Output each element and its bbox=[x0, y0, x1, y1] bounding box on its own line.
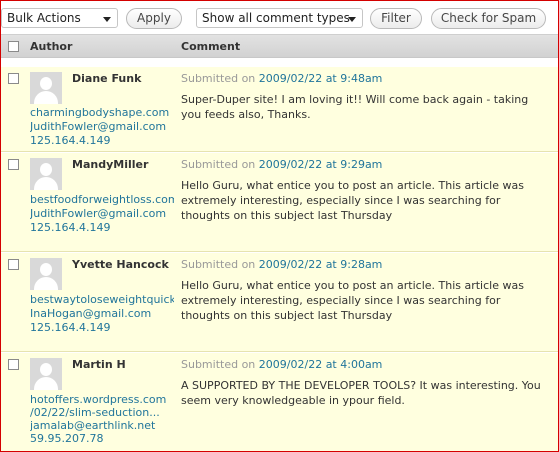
comment-date-link[interactable]: 2009/02/22 at 9:28am bbox=[259, 258, 383, 271]
comment-date-link[interactable]: 2009/02/22 at 9:48am bbox=[259, 72, 383, 85]
comment-row: Diane Funk charmingbodyshape.com JudithF… bbox=[1, 66, 558, 152]
submitted-line: Submitted on 2009/02/22 at 9:48am bbox=[181, 72, 382, 85]
row-checkbox[interactable] bbox=[8, 159, 19, 170]
author-name: MandyMiller bbox=[72, 158, 149, 171]
bulk-actions-label: Bulk Actions bbox=[7, 11, 81, 25]
comments-panel: Bulk Actions Apply Show all comment type… bbox=[0, 0, 559, 452]
comment-row: Martin H hotoffers.wordpress.com /02/22/… bbox=[1, 352, 558, 451]
row-checkbox[interactable] bbox=[8, 359, 19, 370]
chevron-down-icon bbox=[103, 17, 111, 22]
comment-row: Yvette Hancock bestwaytoloseweightquickl… bbox=[1, 252, 558, 352]
submitted-label: Submitted on bbox=[181, 72, 256, 85]
author-url-link[interactable]: hotoffers.wordpress.com bbox=[30, 393, 174, 406]
author-email-link[interactable]: jamalab@earthlink.net bbox=[30, 419, 174, 432]
avatar bbox=[30, 358, 62, 390]
apply-button[interactable]: Apply bbox=[126, 8, 182, 29]
comment-column-header: Comment bbox=[181, 40, 241, 53]
comment-text: Hello Guru, what entice you to post an a… bbox=[181, 279, 524, 322]
comment-date-link[interactable]: 2009/02/22 at 4:00am bbox=[259, 358, 383, 371]
chevron-down-icon bbox=[348, 17, 356, 22]
comment-type-select[interactable]: Show all comment types bbox=[196, 8, 363, 28]
author-ip-link[interactable]: 125.164.4.149 bbox=[30, 221, 174, 234]
author-url-link[interactable]: bestwaytoloseweightquickly bbox=[30, 293, 174, 306]
submitted-line: Submitted on 2009/02/22 at 4:00am bbox=[181, 358, 382, 371]
author-url-link-continued[interactable]: /02/22/slim-seduction... bbox=[30, 406, 174, 419]
avatar bbox=[30, 158, 62, 190]
comment-text: Hello Guru, what entice you to post an a… bbox=[181, 179, 524, 222]
avatar bbox=[30, 72, 62, 104]
author-name: Yvette Hancock bbox=[72, 258, 169, 271]
check-for-spam-button[interactable]: Check for Spam bbox=[431, 8, 546, 29]
author-url-link[interactable]: bestfoodforweightloss.com bbox=[30, 193, 174, 206]
avatar bbox=[30, 258, 62, 290]
row-checkbox[interactable] bbox=[8, 259, 19, 270]
author-column-header[interactable]: Author bbox=[30, 40, 72, 53]
table-header: Author Comment bbox=[1, 34, 558, 58]
author-ip-link[interactable]: 59.95.207.78 bbox=[30, 432, 174, 445]
author-ip-link[interactable]: 125.164.4.149 bbox=[30, 321, 174, 334]
author-email-link[interactable]: InaHogan@gmail.com bbox=[30, 307, 174, 320]
author-email-link[interactable]: JudithFowler@gmail.com bbox=[30, 120, 174, 133]
row-checkbox[interactable] bbox=[8, 73, 19, 84]
submitted-label: Submitted on bbox=[181, 358, 256, 371]
comment-text: Super-Duper site! I am loving it!! Will … bbox=[181, 93, 529, 121]
filter-button[interactable]: Filter bbox=[370, 8, 422, 29]
comment-type-label: Show all comment types bbox=[202, 11, 350, 25]
author-name: Martin H bbox=[72, 358, 126, 371]
author-email-link[interactable]: JudithFowler@gmail.com bbox=[30, 207, 174, 220]
comment-text: A SUPPORTED BY THE DEVELOPER TOOLS? It w… bbox=[181, 379, 541, 407]
submitted-label: Submitted on bbox=[181, 258, 256, 271]
submitted-line: Submitted on 2009/02/22 at 9:29am bbox=[181, 158, 382, 171]
toolbar: Bulk Actions Apply Show all comment type… bbox=[1, 1, 558, 34]
author-name: Diane Funk bbox=[72, 72, 142, 85]
select-all-checkbox[interactable] bbox=[8, 41, 19, 52]
bulk-actions-select[interactable]: Bulk Actions bbox=[1, 8, 118, 28]
submitted-line: Submitted on 2009/02/22 at 9:28am bbox=[181, 258, 382, 271]
author-ip-link[interactable]: 125.164.4.149 bbox=[30, 134, 174, 147]
comment-date-link[interactable]: 2009/02/22 at 9:29am bbox=[259, 158, 383, 171]
comment-row: MandyMiller bestfoodforweightloss.com Ju… bbox=[1, 152, 558, 252]
submitted-label: Submitted on bbox=[181, 158, 256, 171]
author-url-link[interactable]: charmingbodyshape.com bbox=[30, 106, 174, 119]
